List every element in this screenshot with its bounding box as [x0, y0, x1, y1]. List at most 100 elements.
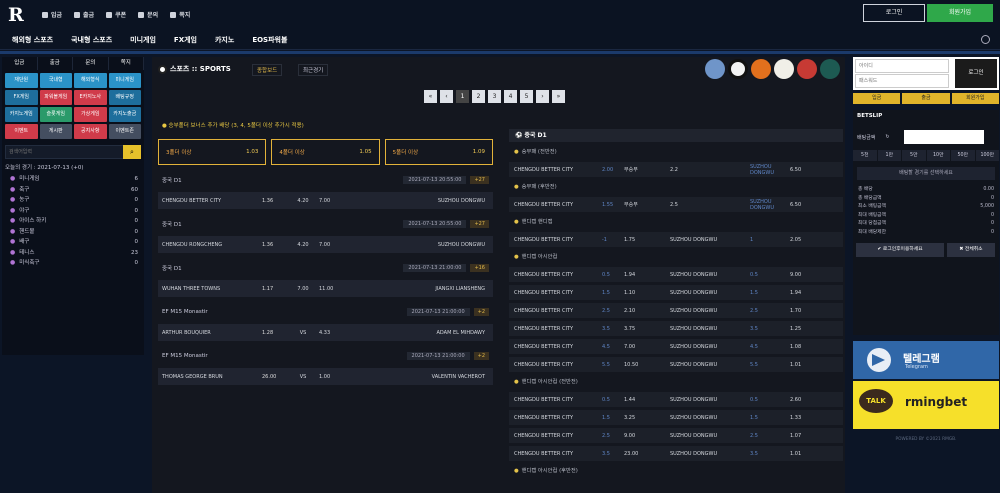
sport-item[interactable]: 농구 0 [2, 195, 144, 206]
odds-cell[interactable]: 6.50 [785, 167, 843, 173]
menu-tile[interactable]: 이벤트존 [108, 124, 141, 139]
more-markets-button[interactable]: +2 [473, 308, 489, 316]
inquiry-link[interactable]: 문의 [138, 10, 158, 19]
odds-cell[interactable]: -1 [597, 237, 619, 243]
left-tab[interactable]: 출금 [38, 57, 73, 70]
odds-cell[interactable]: 2.5 [745, 433, 785, 439]
draw-odds[interactable]: 4.20 [287, 242, 319, 248]
odds-cell[interactable]: 2.05 [785, 237, 843, 243]
nav-domestic-sports[interactable]: 국내형 스포츠 [71, 35, 112, 45]
market-row[interactable]: CHENGDU BETTER CITY 4.5 7.00 SUZHOU DONGWU 4… [509, 339, 843, 354]
hockey-icon[interactable] [820, 59, 840, 79]
menu-tile[interactable]: 카지노출금 [108, 107, 141, 122]
market-row[interactable]: CHENGDU BETTER CITY 2.5 9.00 SUZHOU DONGWU 2… [509, 428, 843, 443]
market-row[interactable]: CHENGDU BETTER CITY 0.5 1.44 SUZHOU DONGWU 0… [509, 392, 843, 407]
home-odds[interactable]: 1.36 [262, 198, 287, 204]
odds-cell[interactable]: 2.60 [785, 397, 843, 403]
deposit-button[interactable]: 입금 [853, 93, 901, 104]
odds-cell[interactable]: 10.50 [619, 362, 665, 368]
site-logo[interactable]: R [8, 5, 30, 25]
away-odds[interactable]: 7.00 [319, 198, 347, 204]
odds-cell[interactable]: 1.94 [785, 290, 843, 296]
odds-cell[interactable]: 2.5 [597, 433, 619, 439]
menu-tile[interactable]: 재단원 [5, 73, 38, 88]
menu-tile[interactable]: 카지노게임 [5, 107, 38, 122]
nav-casino[interactable]: 카지노 [215, 35, 234, 45]
odds-cell[interactable]: 7.00 [619, 344, 665, 350]
menu-tile[interactable]: 가상게임 [74, 107, 107, 122]
message-link[interactable]: 쪽지 [170, 10, 190, 19]
odds-cell[interactable]: 0.5 [597, 272, 619, 278]
odds-cell[interactable]: 3.5 [597, 326, 619, 332]
market-row[interactable]: CHENGDU BETTER CITY 5.5 10.50 SUZHOU DONGWU… [509, 357, 843, 372]
all-sports-icon[interactable] [705, 59, 725, 79]
sport-item[interactable]: 미니게임 6 [2, 174, 144, 185]
odds-cell[interactable]: SUZHOU DONGWU [745, 164, 785, 176]
menu-tile[interactable]: 게시판 [39, 124, 72, 139]
sport-item[interactable]: 테니스 23 [2, 248, 144, 259]
home-odds[interactable]: 1.28 [262, 330, 287, 336]
telegram-banner[interactable]: 텔레그램 Telegram [853, 341, 999, 379]
odds-cell[interactable]: 1.07 [785, 433, 843, 439]
market-row[interactable]: CHENGDU BETTER CITY 2.00 무승부 2.2 SUZHOU DONG… [509, 162, 843, 177]
amount-button[interactable]: 100만 [975, 150, 999, 161]
more-markets-button[interactable]: +27 [470, 220, 489, 228]
odds-cell[interactable]: 1.01 [785, 362, 843, 368]
coupon-link[interactable]: 쿠폰 [106, 10, 126, 19]
left-tab[interactable]: 문의 [73, 57, 109, 70]
odds-cell[interactable]: 3.5 [745, 326, 785, 332]
market-row[interactable]: CHENGDU BETTER CITY 3.5 23.00 SUZHOU DONGWU… [509, 446, 843, 461]
home-odds[interactable]: 26.00 [262, 374, 287, 380]
odds-cell[interactable]: 4.5 [745, 344, 785, 350]
login-button[interactable]: 로그인 [863, 4, 925, 22]
odds-cell[interactable]: 2.5 [597, 308, 619, 314]
search-input[interactable] [6, 146, 116, 158]
clear-all-button[interactable]: ✖ 전체취소 [947, 243, 995, 257]
market-row[interactable]: CHENGDU BETTER CITY -1 1.75 SUZHOU DONGWU 1 2… [509, 232, 843, 247]
tab-recent[interactable]: 최근경기 [298, 64, 329, 76]
amount-button[interactable]: 50만 [951, 150, 975, 161]
refresh-icon[interactable]: ↻ [885, 134, 889, 140]
odds-cell[interactable]: 2.5 [745, 308, 785, 314]
amount-button[interactable]: 1만 [877, 150, 901, 161]
odds-cell[interactable]: 0.5 [745, 272, 785, 278]
left-tab[interactable]: 입금 [2, 57, 38, 70]
page-button[interactable]: 5 [520, 90, 533, 103]
id-field[interactable] [855, 59, 949, 73]
market-row[interactable]: CHENGDU BETTER CITY 1.5 1.10 SUZHOU DONGWU 1… [509, 285, 843, 300]
odds-cell[interactable]: 3.5 [597, 451, 619, 457]
page-button[interactable]: 3 [488, 90, 501, 103]
odds-cell[interactable]: 4.5 [597, 344, 619, 350]
odds-cell[interactable]: 1.33 [785, 415, 843, 421]
menu-tile[interactable]: FX게임 [5, 90, 38, 105]
odds-cell[interactable]: 무승부 [619, 201, 665, 208]
odds-cell[interactable]: 1.5 [745, 290, 785, 296]
amount-button[interactable]: 10만 [926, 150, 950, 161]
soccer-icon[interactable] [728, 59, 748, 79]
draw-odds[interactable]: VS [287, 374, 319, 380]
away-odds[interactable]: 1.00 [319, 374, 347, 380]
odds-cell[interactable]: 0.5 [745, 397, 785, 403]
withdraw-link[interactable]: 출금 [74, 10, 94, 19]
market-row[interactable]: CHENGDU BETTER CITY 3.5 3.75 SUZHOU DONGWU 3… [509, 321, 843, 336]
odds-cell[interactable]: 1.44 [619, 397, 665, 403]
page-button[interactable]: 4 [504, 90, 517, 103]
menu-tile[interactable]: 해외형식 [74, 73, 107, 88]
more-markets-button[interactable]: +27 [470, 176, 489, 184]
more-markets-button[interactable]: +2 [473, 352, 489, 360]
menu-tile[interactable]: 배팅규정 [108, 90, 141, 105]
amount-button[interactable]: 5천 [853, 150, 877, 161]
search-icon[interactable]: ⌕ [123, 145, 141, 159]
nav-powerball[interactable]: EOS파워볼 [252, 35, 287, 45]
withdraw-button[interactable]: 출금 [902, 93, 950, 104]
nav-fx[interactable]: FX게임 [174, 35, 197, 45]
volleyball-icon[interactable] [797, 59, 817, 79]
away-odds[interactable]: 4.33 [319, 330, 347, 336]
odds-cell[interactable]: 3.5 [745, 451, 785, 457]
page-button[interactable]: ‹ [440, 90, 453, 103]
match-row[interactable]: CHENGDU RONGCHENG 1.36 4.20 7.00 SUZHOU DONG… [158, 236, 493, 253]
tab-overall[interactable]: 종합보드 [252, 64, 283, 76]
menu-tile[interactable]: 이벤트 [5, 124, 38, 139]
odds-cell[interactable]: 2.10 [619, 308, 665, 314]
page-button[interactable]: « [424, 90, 437, 103]
